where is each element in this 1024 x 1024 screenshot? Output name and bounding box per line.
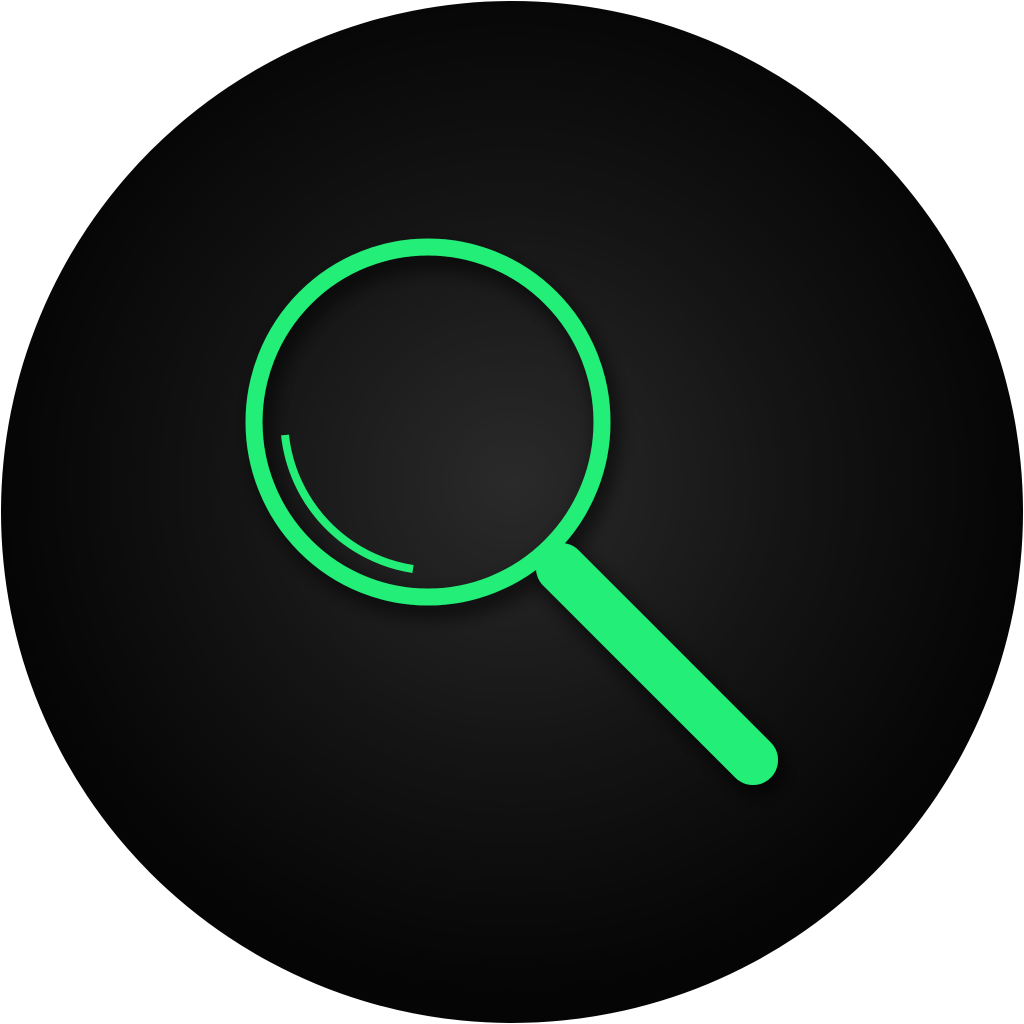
app-icon bbox=[0, 0, 1024, 1024]
background-disc bbox=[1, 1, 1023, 1023]
search-icon bbox=[1, 1, 1023, 1023]
